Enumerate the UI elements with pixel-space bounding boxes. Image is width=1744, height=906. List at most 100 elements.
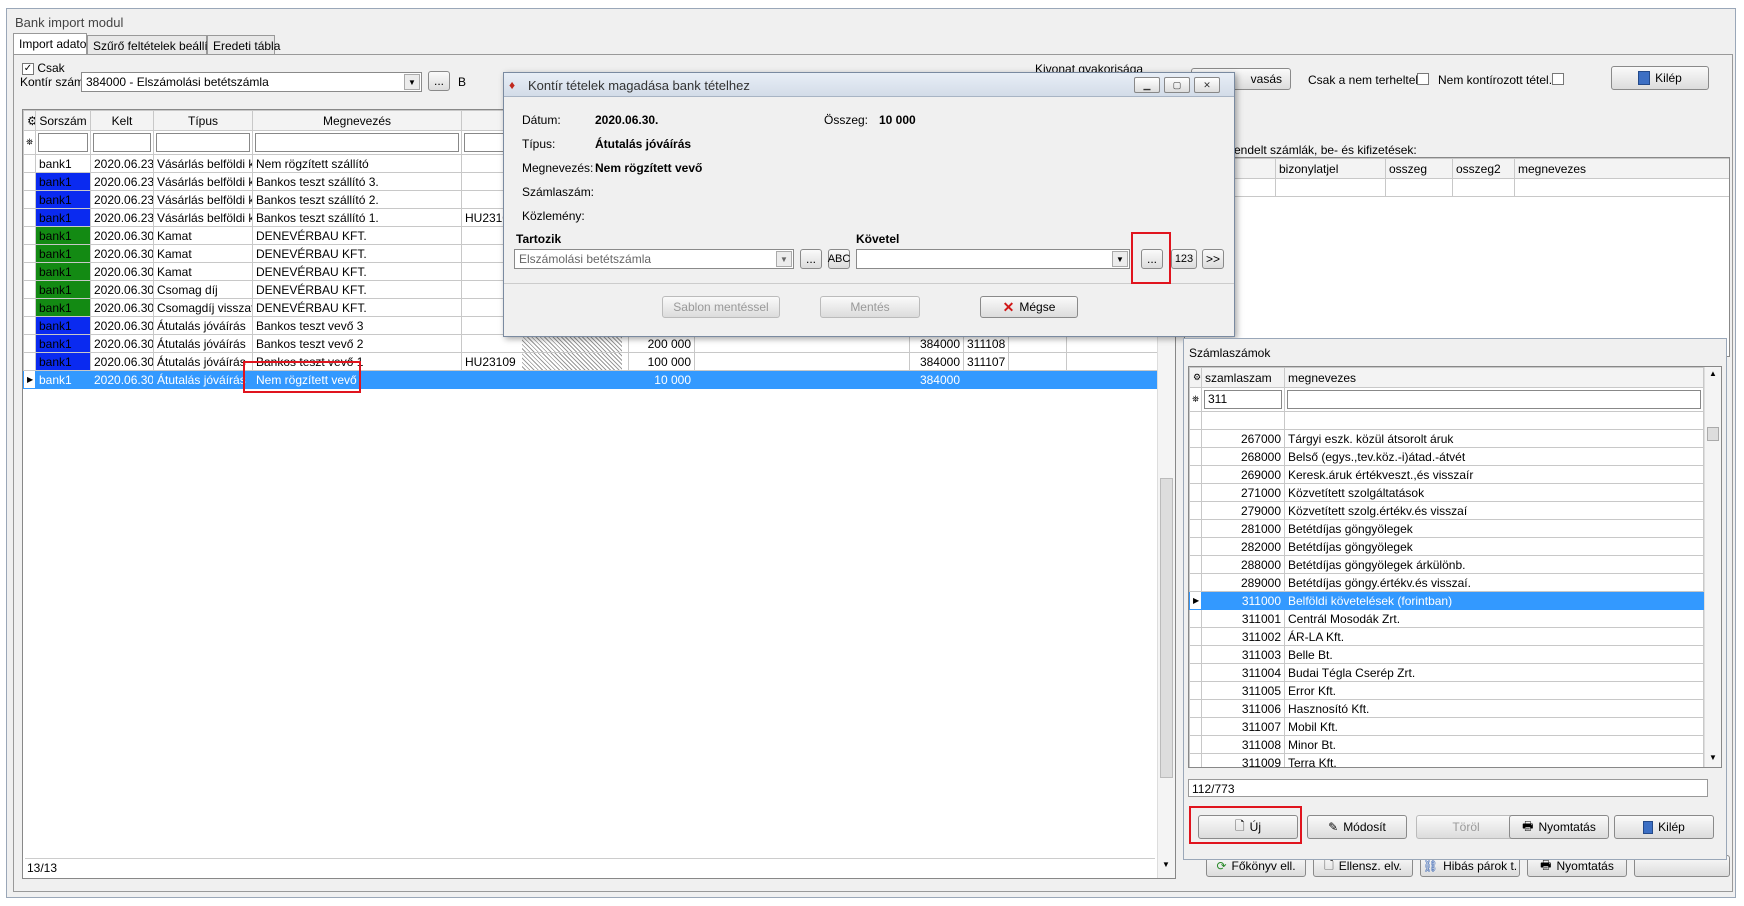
cell-szamlaszam[interactable]: 279000 <box>1201 501 1285 520</box>
row-indicator[interactable] <box>23 154 36 173</box>
chevron-down-icon[interactable]: ▼ <box>776 251 792 267</box>
cell-tipus[interactable]: Vásárlás belföldi kere <box>153 190 253 209</box>
cell-megnevezes-szamla[interactable]: Terra Kft. <box>1284 753 1704 767</box>
filter-sorszam[interactable] <box>38 133 88 152</box>
cell-szamlaszam[interactable]: 311003 <box>1201 645 1285 664</box>
filter-megnevezes[interactable] <box>255 133 459 152</box>
torol-button[interactable]: Töröl <box>1416 815 1516 839</box>
scroll-down-arrow-icon[interactable]: ▼ <box>1709 753 1717 762</box>
cell-tipus[interactable]: Csomagdíj visszatérí <box>153 298 253 317</box>
cell-megnevezes[interactable]: Bankos teszt szállító 1. <box>252 208 462 227</box>
cell-blank-1[interactable] <box>694 370 910 389</box>
cell-sorszam[interactable]: bank1 <box>35 154 91 173</box>
cell-megnevezes-szamla[interactable]: Hasznosító Kft. <box>1284 699 1704 718</box>
cell-szamlaszam[interactable]: 289000 <box>1201 573 1285 592</box>
cell-sorszam[interactable]: bank1 <box>35 190 91 209</box>
list-item[interactable]: 311004 Budai Tégla Cserép Zrt. <box>1189 663 1704 682</box>
minimize-icon[interactable]: ▁ <box>1134 77 1160 93</box>
row-indicator[interactable] <box>23 298 36 317</box>
row-indicator[interactable] <box>23 190 36 209</box>
cell-szamlaszam[interactable]: 311001 <box>1201 609 1285 628</box>
cell-partner[interactable]: 311107 <box>963 352 1009 371</box>
kovetel-combo[interactable]: ▼ <box>856 249 1130 269</box>
megse-button[interactable]: ✕ Mégse <box>980 296 1078 318</box>
list-item[interactable]: 311001 Centrál Mosodák Zrt. <box>1189 609 1704 628</box>
tartozik-combo[interactable]: Elszámolási betétszámla ▼ <box>514 249 794 269</box>
cell-tipus[interactable]: Kamat <box>153 244 253 263</box>
tab-import-adatok[interactable]: Import adatok <box>13 33 92 55</box>
cell-megnevezes[interactable]: DENEVÉRBAU KFT. <box>252 280 462 299</box>
cell-tipus[interactable]: Kamat <box>153 226 253 245</box>
cell-megnevezes-szamla[interactable]: Keresk.áruk értékveszt.,és visszaír <box>1284 465 1704 484</box>
row-indicator[interactable] <box>23 334 36 353</box>
cell-sorszam[interactable]: bank1 <box>35 280 91 299</box>
list-item[interactable]: 311005 Error Kft. <box>1189 681 1704 700</box>
cell-kelt[interactable]: 2020.06.30. <box>90 352 154 371</box>
cell-kelt[interactable]: 2020.06.30. <box>90 280 154 299</box>
sablon-mentessel-button[interactable]: Sablon mentéssel <box>662 296 780 318</box>
col-kelt[interactable]: Kelt <box>90 110 154 131</box>
cell-kelt[interactable]: 2020.06.23. <box>90 154 154 173</box>
cell-contra[interactable]: 384000 <box>909 352 964 371</box>
cell-sorszam[interactable]: bank1 <box>35 370 91 389</box>
filter-tipus[interactable] <box>156 133 250 152</box>
grid-settings-icon[interactable]: ⚙ <box>23 110 36 131</box>
cell-kelt[interactable]: 2020.06.23. <box>90 172 154 191</box>
row-indicator[interactable] <box>23 244 36 263</box>
cell-megnevezes-szamla[interactable]: Betétdíjas göngyölegek <box>1284 537 1704 556</box>
cell-megnevezes-szamla[interactable]: ÁR-LA Kft. <box>1284 627 1704 646</box>
cell-tipus[interactable]: Vásárlás belföldi kere <box>153 208 253 227</box>
tab-szuro-feltetelek[interactable]: Szűrő feltételek beállítása <box>87 35 230 55</box>
cell-szamlaszam[interactable]: 311000 <box>1201 591 1285 610</box>
cell-kelt[interactable]: 2020.06.30. <box>90 334 154 353</box>
cell-sorszam[interactable]: bank1 <box>35 352 91 371</box>
list-item[interactable]: 311008 Minor Bt. <box>1189 735 1704 754</box>
kontir-browse-button[interactable]: ... <box>428 71 450 91</box>
mentes-button[interactable]: Mentés <box>820 296 920 318</box>
right-col-megnevezes[interactable]: megnevezes <box>1514 158 1729 179</box>
cell-kelt[interactable]: 2020.06.30. <box>90 244 154 263</box>
cell-blank-2[interactable] <box>1008 352 1067 371</box>
row-indicator[interactable] <box>23 280 36 299</box>
cell-megnevezes-szamla[interactable]: Belle Bt. <box>1284 645 1704 664</box>
list-item[interactable]: ▶ 311000 Belföldi követelések (forintban) <box>1189 591 1704 610</box>
scroll-up-arrow-icon[interactable]: ▲ <box>1709 369 1717 378</box>
cell-megnevezes[interactable]: DENEVÉRBAU KFT. <box>252 244 462 263</box>
table-row[interactable]: ▶ bank1 2020.06.30. Átutalás jóváírás Nem rö… <box>23 370 1175 389</box>
row-indicator[interactable] <box>23 208 36 227</box>
szamla-scroll-thumb[interactable] <box>1707 427 1719 441</box>
num-button[interactable]: 123 <box>1171 249 1197 269</box>
col-megnevezes-szamla[interactable]: megnevezes <box>1284 367 1704 388</box>
list-item[interactable]: 311009 Terra Kft. <box>1189 753 1704 767</box>
cell-szamlaszam[interactable]: 267000 <box>1201 429 1285 448</box>
cell-szamlaszam[interactable]: 311002 <box>1201 627 1285 646</box>
csak-checkbox[interactable]: ✓ <box>22 62 34 75</box>
cell-blank-2[interactable] <box>1008 370 1067 389</box>
list-item[interactable]: 288000 Betétdíjas göngyölegek árkülönb. <box>1189 555 1704 574</box>
cell-tipus[interactable]: Vásárlás belföldi kere <box>153 172 253 191</box>
cell-sorszam[interactable]: bank1 <box>35 208 91 227</box>
cell-sorszam[interactable]: bank1 <box>35 334 91 353</box>
cell-partner[interactable] <box>963 370 1009 389</box>
kilep-button[interactable]: Kilép <box>1614 815 1714 839</box>
list-item[interactable]: 311007 Mobil Kft. <box>1189 717 1704 736</box>
cell-amount[interactable]: 10 000 <box>628 370 695 389</box>
cell-kelt[interactable]: 2020.06.30. <box>90 226 154 245</box>
list-item[interactable]: 289000 Betétdíjas göngy.értékv.és visszaí… <box>1189 573 1704 592</box>
list-item[interactable]: 268000 Belső (egys.,tev.köz.-i)átad.-átvé… <box>1189 447 1704 466</box>
nyomtatas-button[interactable]: 🖶 Nyomtatás <box>1509 815 1609 839</box>
cell-megnevezes-szamla[interactable]: Mobil Kft. <box>1284 717 1704 736</box>
cell-tipus[interactable]: Átutalás jóváírás <box>153 334 253 353</box>
cell-sorszam[interactable]: bank1 <box>35 316 91 335</box>
cell-szamlaszam[interactable]: 311006 <box>1201 699 1285 718</box>
filter-szamlaszam[interactable]: 311 <box>1204 390 1282 409</box>
cell-szamlaszam[interactable]: 311007 <box>1201 717 1285 736</box>
cell-szamlaszam[interactable]: 269000 <box>1201 465 1285 484</box>
col-sorszam[interactable]: Sorszám <box>35 110 91 131</box>
table-row[interactable]: bank1 2020.06.30. Átutalás jóváírás Bankos … <box>23 334 1175 353</box>
abc-button[interactable]: ABC <box>828 249 850 269</box>
cell-szamlaszam[interactable]: 268000 <box>1201 447 1285 466</box>
cell-tipus[interactable]: Átutalás jóváírás <box>153 316 253 335</box>
szamla-vertical-scrollbar[interactable]: ▲ ▼ <box>1704 367 1721 767</box>
chevron-down-icon[interactable]: ▼ <box>1112 251 1128 267</box>
